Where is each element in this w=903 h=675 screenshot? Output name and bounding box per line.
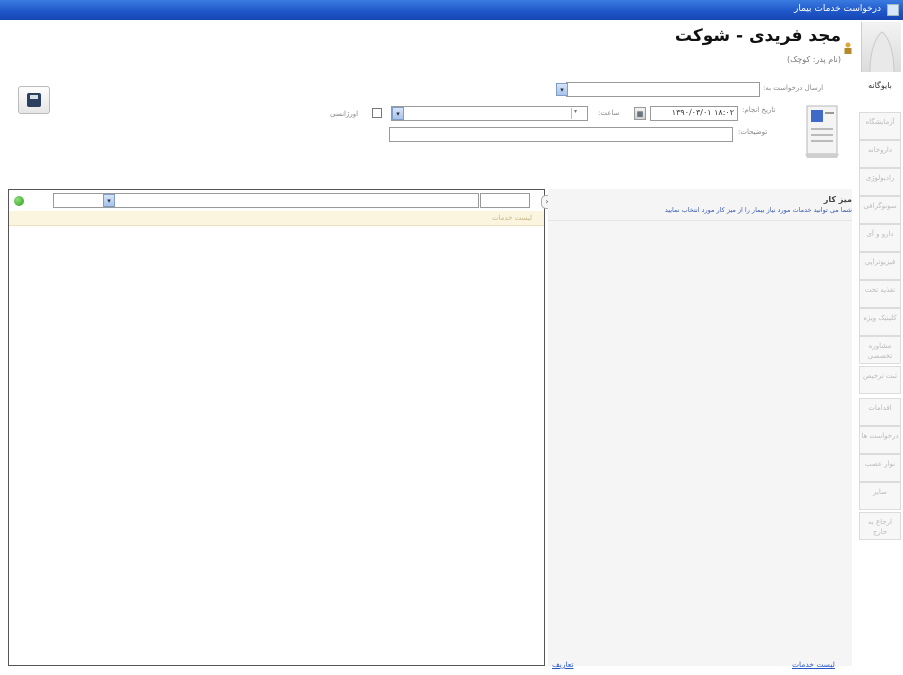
patient-name: مجد فریدی - شوکت	[674, 26, 841, 46]
patient-subtitle: (نام پدر: کوچک)	[787, 55, 841, 64]
tab-2[interactable]: داروخانه	[859, 140, 901, 168]
service-list-link[interactable]: لیست خدمات	[792, 660, 835, 669]
calendar-icon[interactable]: ▦	[634, 107, 646, 120]
description-label: توضیحات:	[738, 128, 768, 136]
patient-gender-icon	[844, 42, 852, 54]
tab-8[interactable]: کلینیک ویژه	[859, 308, 901, 336]
check-icon[interactable]	[14, 196, 24, 206]
tab-5[interactable]: دارو و آی	[859, 224, 901, 252]
chevron-down-icon[interactable]: ▾	[556, 83, 568, 96]
window-title-bar	[0, 0, 903, 20]
request-date-input[interactable]: ۱۳۹۰/۰۳/۰۱ ۱۸:۰۲	[650, 106, 738, 121]
tab-6[interactable]: فیزیوتراپی	[859, 252, 901, 280]
tab-0[interactable]: بایوگانه	[859, 76, 901, 104]
tab-3[interactable]: رادیولوژی	[859, 168, 901, 196]
patient-avatar	[861, 22, 901, 73]
time-label: ساعت:	[598, 109, 620, 117]
send-request-label: ارسال درخواست به:	[763, 84, 824, 92]
window-title: درخواست خدمات بیمار	[793, 4, 881, 14]
service-select[interactable]	[391, 106, 588, 121]
tab-12[interactable]: درخواست ها	[859, 426, 901, 454]
tab-14[interactable]: سایر	[859, 482, 901, 510]
workbench-title: میز کار	[823, 195, 852, 204]
tab-7[interactable]: تغذیه تخت	[859, 280, 901, 308]
tab-15[interactable]: ارجاع به خارج	[859, 512, 901, 540]
chevron-down-icon[interactable]: ▾	[392, 107, 404, 120]
description-input[interactable]	[389, 127, 733, 142]
tab-1[interactable]: آزمایشگاه	[859, 112, 901, 140]
selected-services-strip-label: لیست خدمات	[491, 214, 532, 222]
service-search-input[interactable]	[53, 193, 479, 208]
chevron-down-icon[interactable]: ▾	[103, 194, 115, 207]
workbench-description: شما می توانید خدمات مورد نیاز بیمار را ا…	[664, 206, 852, 214]
divider	[548, 220, 852, 221]
send-request-input[interactable]	[566, 82, 760, 97]
tab-13[interactable]: نوار عصب	[859, 454, 901, 482]
urgent-label: اورژانسی	[330, 110, 359, 118]
definitions-link[interactable]: تعاریف	[552, 660, 573, 669]
service-list-panel	[8, 189, 545, 666]
person-silhouette-icon	[869, 31, 895, 73]
service-code-input[interactable]	[480, 193, 530, 208]
tab-4[interactable]: سونوگرافی	[859, 196, 901, 224]
selected-services-strip: لیست خدمات	[9, 211, 544, 226]
tab-10[interactable]: ثبت ترخیص	[859, 366, 901, 394]
urgent-checkbox[interactable]	[372, 108, 382, 118]
save-icon	[27, 93, 41, 107]
request-date-label: تاریخ انجام:	[742, 106, 776, 114]
save-button[interactable]	[18, 86, 50, 114]
window-app-icon	[887, 4, 899, 16]
workbench-panel	[548, 189, 852, 666]
select-arrow-icon: ▾	[571, 108, 579, 119]
vertical-tab-strip: بایوگانه آزمایشگاه داروخانه رادیولوژی سونوگر…	[857, 76, 903, 606]
tab-9[interactable]: مشاوره تخصصی	[859, 336, 901, 364]
tab-11[interactable]: اقدامات	[859, 398, 901, 426]
document-icon	[805, 105, 839, 158]
